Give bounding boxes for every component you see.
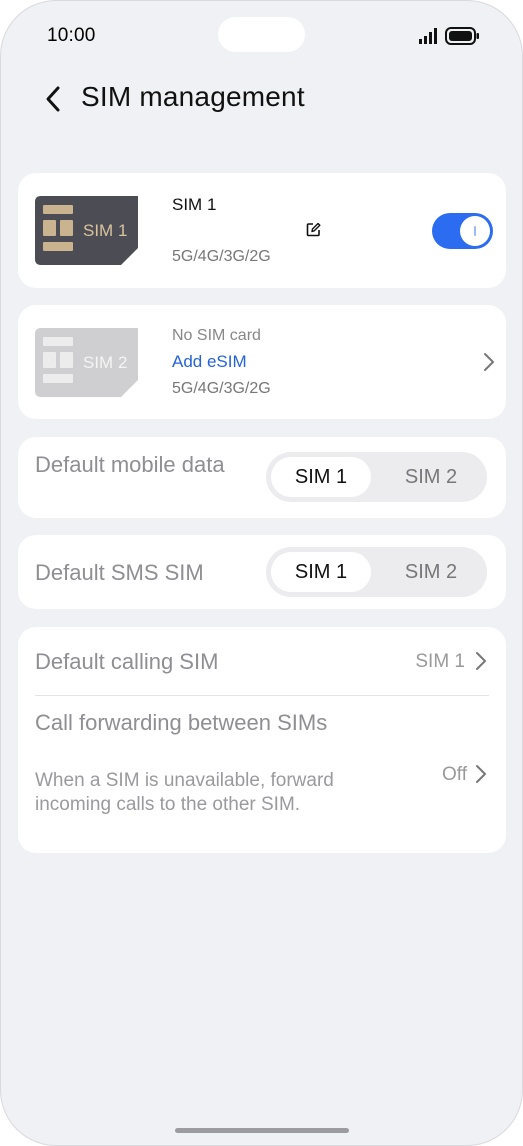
toggle-knob	[460, 216, 490, 246]
sim2-status: No SIM card	[172, 327, 261, 344]
signal-icon	[419, 28, 437, 44]
status-time: 10:00	[47, 25, 96, 46]
back-arrow-icon[interactable]	[37, 81, 73, 117]
mobile-data-sim1-option[interactable]: SIM 1	[271, 457, 371, 497]
sim2-card-image: SIM 2	[35, 328, 138, 397]
default-sms-label: Default SMS SIM	[35, 560, 204, 585]
page-title: SIM management	[81, 81, 305, 112]
add-esim-link[interactable]: Add eSIM	[172, 352, 247, 372]
sim1-network: 5G/4G/3G/2G	[172, 248, 271, 265]
phone-screen: 10:00 SIM management SIM 1 SIM 1 5G/4G/3…	[0, 0, 523, 1146]
sms-sim1-option[interactable]: SIM 1	[271, 552, 371, 592]
default-mobile-data-label: Default mobile data	[35, 452, 225, 477]
home-indicator[interactable]	[175, 1128, 349, 1133]
sms-sim2-option[interactable]: SIM 2	[381, 552, 481, 592]
call-forwarding-value: Off	[442, 764, 467, 785]
chevron-right-icon	[476, 765, 486, 783]
sim2-badge: SIM 2	[83, 353, 128, 372]
battery-icon	[445, 27, 479, 45]
call-forwarding-label: Call forwarding between SIMs	[35, 710, 328, 735]
edit-icon[interactable]	[306, 222, 321, 237]
default-calling-value: SIM 1	[415, 651, 465, 672]
camera-cutout	[218, 17, 305, 52]
default-calling-label: Default calling SIM	[35, 649, 219, 674]
sim1-badge: SIM 1	[83, 221, 128, 240]
sim1-card-image: SIM 1	[35, 196, 138, 265]
mobile-data-sim2-option[interactable]: SIM 2	[381, 457, 481, 497]
chevron-right-icon	[476, 652, 486, 670]
sim2-network: 5G/4G/3G/2G	[172, 380, 271, 397]
default-mobile-data-selector: SIM 1 SIM 2	[266, 452, 487, 502]
default-sms-selector: SIM 1 SIM 2	[266, 547, 487, 597]
sim1-enable-toggle[interactable]	[432, 213, 493, 249]
sim1-name: SIM 1	[172, 195, 217, 214]
call-forwarding-description: When a SIM is unavailable, forward incom…	[35, 770, 334, 815]
chevron-right-icon	[484, 353, 494, 371]
